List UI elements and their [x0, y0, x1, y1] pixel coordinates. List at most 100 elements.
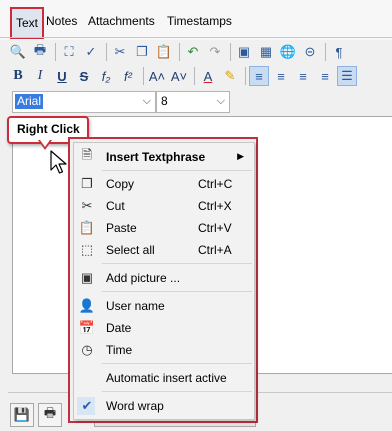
menu-item-insert-textphrase[interactable]: 🗎 Insert Textphrase ▶: [74, 146, 254, 168]
menu-item-label: User name: [106, 299, 165, 313]
menu-item-label: Word wrap: [106, 399, 164, 413]
menu-item-label: Date: [106, 321, 132, 335]
menu-item-label: Copy: [106, 177, 135, 191]
menu-item-label: Cut: [106, 199, 125, 213]
font-family-select[interactable]: Arial ⌵: [12, 91, 156, 113]
menu-item-label: Add picture ...: [106, 271, 181, 285]
callout-tail-inner: [40, 140, 50, 147]
toolbar-separator: [245, 67, 246, 85]
context-menu-highlight: 🗎 Insert Textphrase ▶ ❐ Copy Ctrl+C ✂ Cu…: [68, 137, 258, 423]
tab-timestamps[interactable]: Timestamps: [167, 12, 232, 30]
toolbar-primary: 🔍 🖶 ⛶ ✓ ✂ ❐ 📋 ↶ ↷ ▣ ▦ 🌐 ⊝ ¶: [8, 41, 392, 63]
superscript-icon[interactable]: f²: [118, 66, 138, 86]
tab-text[interactable]: Text: [10, 7, 44, 39]
clock-icon: ◷: [81, 342, 93, 357]
calendar-icon: 📅: [78, 320, 96, 335]
menu-item-select-all[interactable]: ⬚ Select all Ctrl+A: [74, 239, 254, 261]
menu-item-paste[interactable]: 📋 Paste Ctrl+V: [74, 217, 254, 239]
submenu-arrow-icon: ▶: [237, 151, 244, 161]
menu-item-user-name[interactable]: 👤 User name: [74, 295, 254, 317]
highlight-icon[interactable]: ✎: [220, 66, 240, 86]
menu-item-add-picture[interactable]: ▣ Add picture ...: [74, 267, 254, 289]
paste-icon[interactable]: 📋: [154, 42, 174, 62]
align-left-icon[interactable]: ≡: [249, 66, 269, 86]
menu-item-label: Automatic insert active: [106, 371, 227, 385]
menu-item-shortcut: Ctrl+C: [198, 177, 233, 191]
strikethrough-icon[interactable]: S: [74, 66, 94, 86]
table-icon[interactable]: ▦: [256, 42, 276, 62]
toolbar-separator: [194, 67, 195, 85]
menu-item-cut[interactable]: ✂ Cut Ctrl+X: [74, 195, 254, 217]
mouse-cursor-icon: [50, 150, 67, 174]
save-icon[interactable]: 💾: [10, 403, 34, 427]
italic-icon[interactable]: I: [30, 66, 50, 86]
menu-item-label: Insert Textphrase: [106, 150, 206, 164]
font-color-icon[interactable]: A: [198, 66, 218, 86]
subscript-icon[interactable]: f₂: [96, 66, 116, 86]
bold-icon[interactable]: B: [8, 66, 28, 86]
print-icon[interactable]: 🖶: [38, 403, 62, 427]
menu-separator: [102, 391, 252, 392]
preview-icon[interactable]: 🔍: [8, 42, 28, 62]
link-icon[interactable]: 🌐: [278, 42, 298, 62]
document-icon: 🗎: [81, 147, 93, 162]
menu-item-time[interactable]: ◷ Time: [74, 339, 254, 361]
toolbar-separator: [325, 43, 326, 61]
select-all-icon: ⬚: [80, 242, 94, 257]
redo-icon[interactable]: ↷: [205, 42, 225, 62]
font-family-value: Arial: [15, 94, 44, 109]
spellcheck-icon[interactable]: ✓: [81, 42, 101, 62]
picture-icon: ▣: [80, 270, 94, 285]
copy-icon[interactable]: ❐: [132, 42, 152, 62]
toolbar-separator: [55, 43, 56, 61]
toolbar-format: B I U S f₂ f² A˄ A˅ A ✎ ≡ ≡ ≡ ≡ ☰: [8, 65, 392, 87]
font-size-select[interactable]: 8 ⌵: [156, 91, 230, 113]
underline-icon[interactable]: U: [52, 66, 72, 86]
checkmark-icon: ✔: [81, 398, 93, 413]
tab-bar: Text Notes Attachments Timestamps: [0, 0, 392, 40]
menu-item-shortcut: Ctrl+A: [198, 243, 232, 257]
tab-divider: [0, 37, 392, 38]
clipboard-icon: 📋: [78, 220, 96, 235]
menu-separator: [102, 263, 252, 264]
menu-item-label: Paste: [106, 221, 137, 235]
font-grow-icon[interactable]: A˄: [147, 66, 167, 86]
align-right-icon[interactable]: ≡: [293, 66, 313, 86]
menu-item-label: Time: [106, 343, 133, 357]
align-center-icon[interactable]: ≡: [271, 66, 291, 86]
font-size-value: 8: [161, 94, 168, 108]
menu-item-shortcut: Ctrl+V: [198, 221, 232, 235]
tab-notes[interactable]: Notes: [46, 12, 77, 30]
menu-item-shortcut: Ctrl+X: [198, 199, 232, 213]
undo-icon[interactable]: ↶: [183, 42, 203, 62]
menu-separator: [102, 291, 252, 292]
find-icon[interactable]: ⛶: [59, 42, 79, 62]
toolbar-separator: [179, 43, 180, 61]
user-icon: 👤: [78, 298, 96, 313]
toolbar-separator: [106, 43, 107, 61]
tab-attachments[interactable]: Attachments: [88, 12, 155, 30]
font-shrink-icon[interactable]: A˅: [169, 66, 189, 86]
cut-icon[interactable]: ✂: [110, 42, 130, 62]
chevron-down-icon: ⌵: [142, 95, 151, 107]
menu-item-date[interactable]: 📅 Date: [74, 317, 254, 339]
menu-item-automatic-insert[interactable]: Automatic insert active: [74, 367, 254, 389]
print-icon[interactable]: 🖶: [30, 42, 50, 62]
scissors-icon: ✂: [81, 198, 93, 213]
picture-icon[interactable]: ▣: [234, 42, 254, 62]
menu-item-copy[interactable]: ❐ Copy Ctrl+C: [74, 173, 254, 195]
menu-separator: [102, 363, 252, 364]
callout-label: Right Click: [17, 122, 80, 136]
toolbar-separator: [143, 67, 144, 85]
toolbar-separator: [230, 43, 231, 61]
copy-icon: ❐: [81, 176, 93, 191]
list-icon[interactable]: ☰: [337, 66, 357, 86]
menu-separator: [102, 170, 252, 171]
menu-item-label: Select all: [106, 243, 155, 257]
paragraph-icon[interactable]: ¶: [329, 42, 349, 62]
menu-item-word-wrap[interactable]: ✔ Word wrap: [74, 395, 254, 417]
chevron-down-icon: ⌵: [216, 95, 225, 107]
justify-icon[interactable]: ≡: [315, 66, 335, 86]
context-menu: 🗎 Insert Textphrase ▶ ❐ Copy Ctrl+C ✂ Cu…: [73, 142, 255, 420]
hyperlink-icon[interactable]: ⊝: [300, 42, 320, 62]
